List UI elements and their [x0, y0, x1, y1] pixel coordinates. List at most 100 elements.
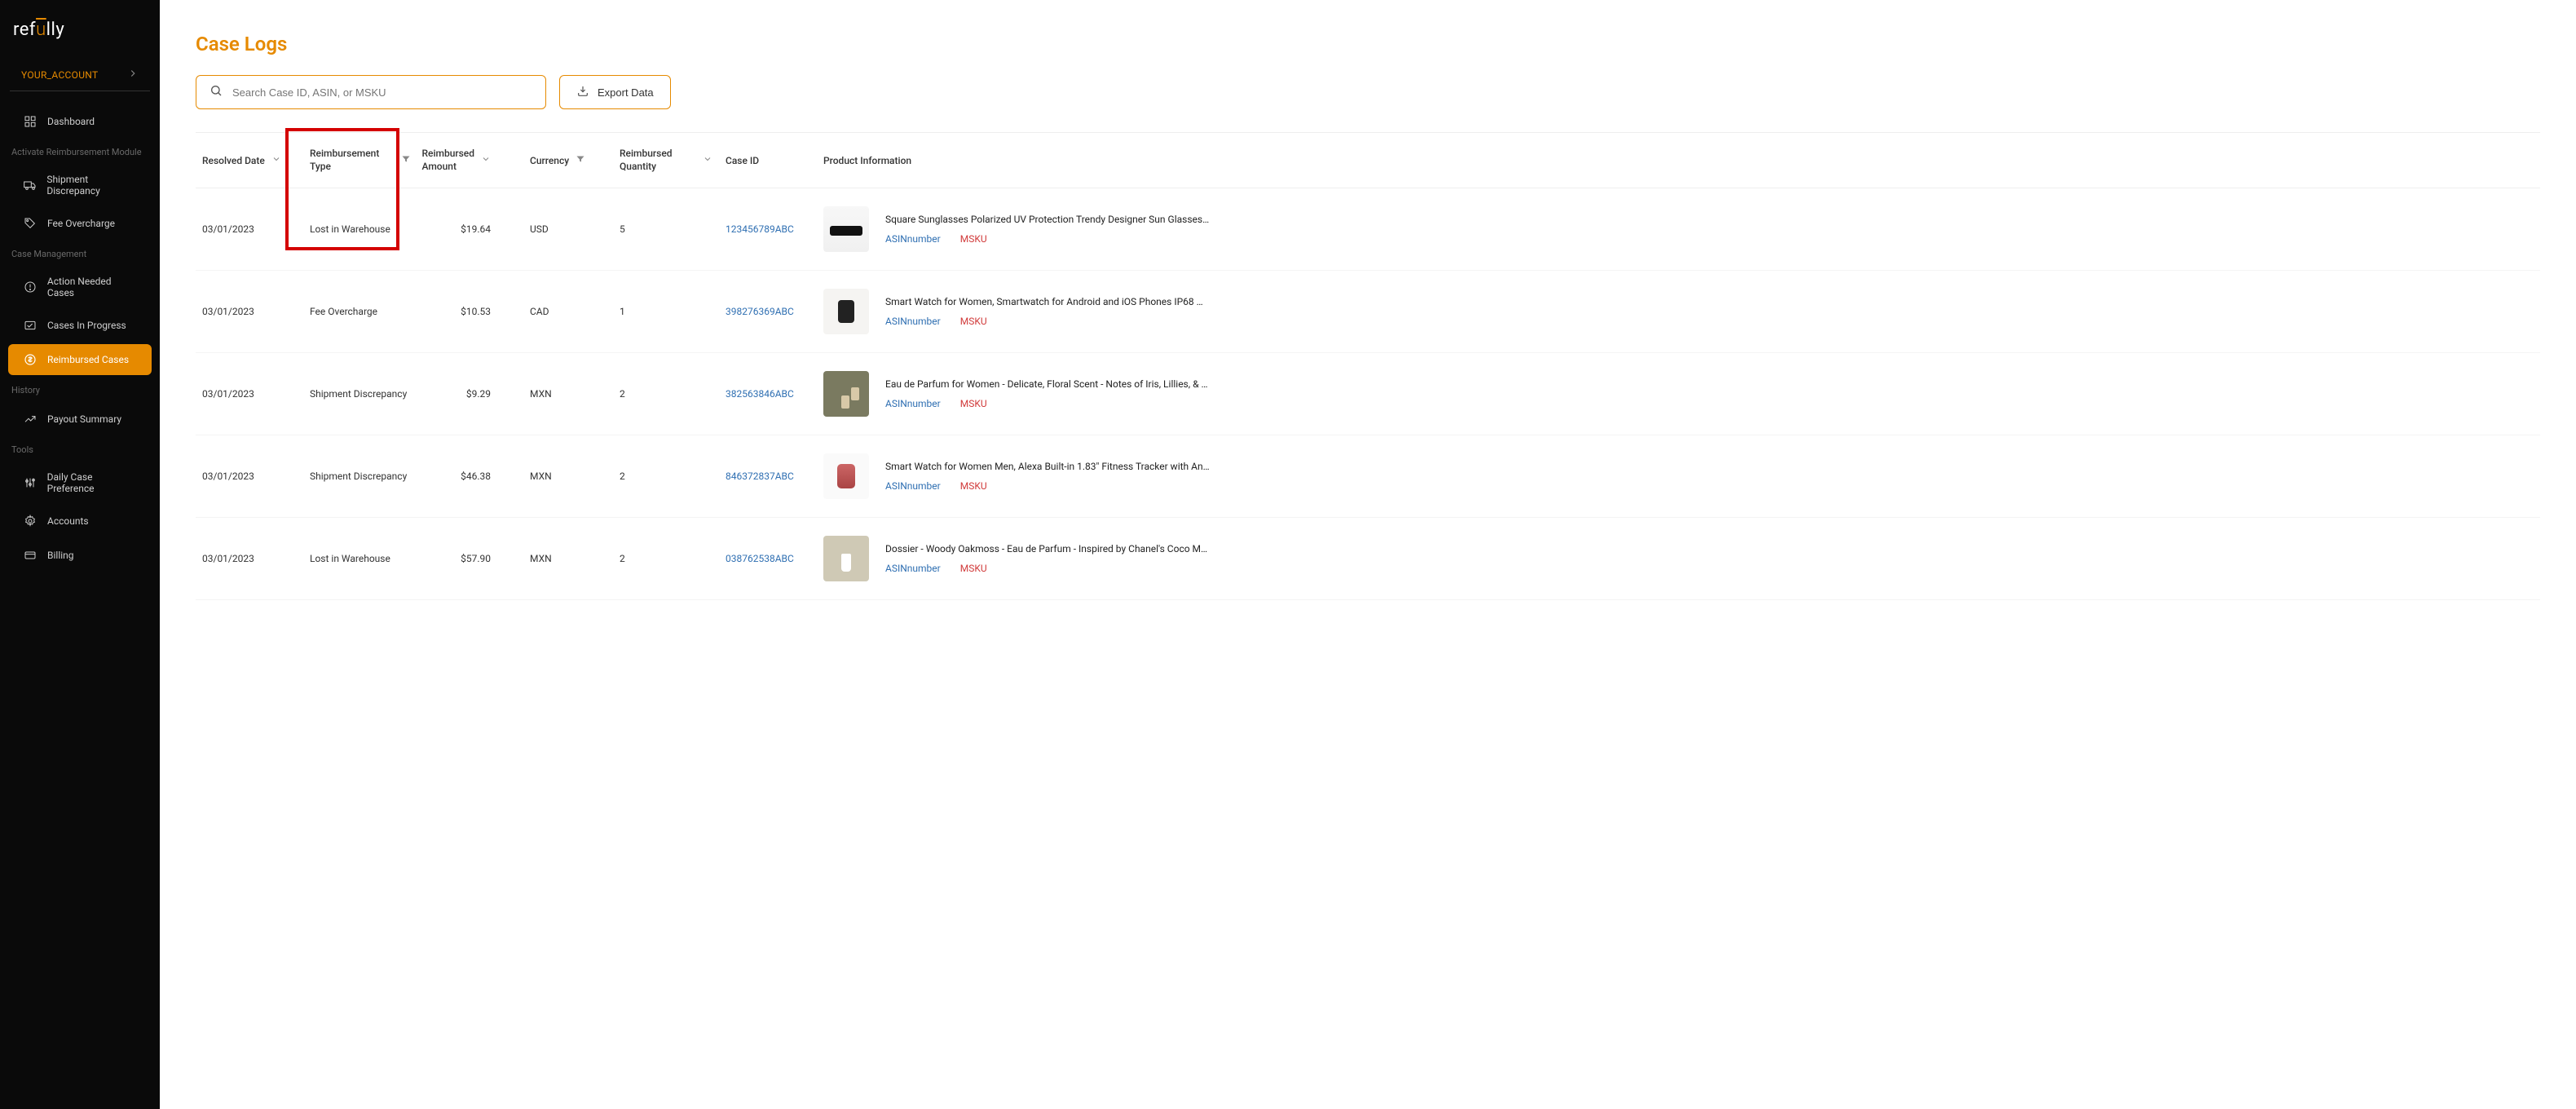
cell-product: Square Sunglasses Polarized UV Protectio… — [817, 206, 2540, 252]
cell-date: 03/01/2023 — [196, 553, 303, 564]
chevron-down-icon[interactable] — [481, 154, 491, 166]
progress-icon — [23, 318, 37, 333]
sidebar-item-reimbursed-cases[interactable]: Reimbursed Cases — [8, 344, 152, 375]
asin-link[interactable]: ASINnumber — [885, 480, 941, 492]
truck-icon — [23, 178, 37, 192]
col-label: Product Information — [823, 155, 911, 166]
msku-link[interactable]: MSKU — [960, 398, 987, 409]
cell-currency: MXN — [523, 553, 613, 564]
alert-icon — [23, 280, 37, 294]
sidebar-item-daily-case-pref[interactable]: Daily Case Preference — [8, 463, 152, 502]
tag-icon — [23, 216, 37, 231]
cell-case-id: 123456789ABC — [719, 223, 817, 235]
cell-case-id: 038762538ABC — [719, 553, 817, 564]
asin-link[interactable]: ASINnumber — [885, 233, 941, 245]
search-wrap[interactable] — [196, 75, 546, 109]
msku-link[interactable]: MSKU — [960, 480, 987, 492]
sidebar-item-label: Reimbursed Cases — [47, 354, 129, 365]
cell-amount: $46.38 — [417, 471, 523, 482]
product-title: Dossier - Woody Oakmoss - Eau de Parfum … — [885, 543, 1211, 554]
export-label: Export Data — [598, 86, 654, 99]
case-link[interactable]: 382563846ABC — [726, 388, 794, 400]
sidebar-item-label: Cases In Progress — [47, 320, 126, 331]
col-label: Reimbursed Amount — [421, 148, 474, 173]
cell-type: Lost in Warehouse — [303, 553, 417, 564]
cell-amount: $9.29 — [417, 388, 523, 400]
product-thumb — [823, 206, 869, 252]
section-history: History — [0, 377, 160, 402]
account-selector[interactable]: YOUR_ACCOUNT — [10, 60, 150, 91]
cell-currency: MXN — [523, 471, 613, 482]
export-button[interactable]: Export Data — [559, 75, 671, 109]
sliders-icon — [23, 475, 37, 490]
gear-icon — [23, 514, 37, 528]
main-content: Case Logs Export Data Resolved Date — [160, 0, 2576, 1109]
cell-case-id: 398276369ABC — [719, 306, 817, 317]
sidebar-item-fee-overcharge[interactable]: Fee Overcharge — [8, 208, 152, 239]
case-link[interactable]: 123456789ABC — [726, 223, 794, 235]
sidebar-item-label: Billing — [47, 550, 74, 561]
msku-link[interactable]: MSKU — [960, 316, 987, 327]
case-link[interactable]: 846372837ABC — [726, 471, 794, 482]
chevron-down-icon[interactable] — [703, 154, 712, 166]
cell-qty: 2 — [613, 553, 719, 564]
filter-icon[interactable] — [576, 154, 585, 166]
search-input[interactable] — [232, 86, 532, 99]
col-label: Case ID — [726, 155, 759, 166]
filter-icon[interactable] — [401, 154, 411, 166]
export-icon — [576, 85, 589, 100]
col-reimbursed-amount[interactable]: Reimbursed Amount — [417, 148, 523, 173]
table-row: 03/01/2023 Lost in Warehouse $19.64 USD … — [196, 188, 2540, 271]
logo-part3: lly — [46, 20, 65, 40]
cell-case-id: 846372837ABC — [719, 471, 817, 482]
section-case: Case Management — [0, 241, 160, 266]
asin-link[interactable]: ASINnumber — [885, 563, 941, 574]
asin-link[interactable]: ASINnumber — [885, 398, 941, 409]
cell-qty: 2 — [613, 388, 719, 400]
col-currency[interactable]: Currency — [523, 154, 613, 166]
dashboard-icon — [23, 114, 37, 129]
sidebar-item-cases-in-progress[interactable]: Cases In Progress — [8, 310, 152, 341]
toolbar: Export Data — [196, 75, 2540, 109]
cell-product: Eau de Parfum for Women - Delicate, Flor… — [817, 371, 2540, 417]
product-title: Smart Watch for Women, Smartwatch for An… — [885, 296, 1211, 307]
product-thumb — [823, 453, 869, 499]
table-row: 03/01/2023 Shipment Discrepancy $9.29 MX… — [196, 353, 2540, 435]
sidebar-item-payout-summary[interactable]: Payout Summary — [8, 404, 152, 435]
col-label: Resolved Date — [202, 155, 265, 166]
asin-link[interactable]: ASINnumber — [885, 316, 941, 327]
page-title: Case Logs — [196, 33, 2540, 55]
col-reimbursement-type[interactable]: Reimbursement Type — [303, 148, 417, 173]
product-thumb — [823, 371, 869, 417]
col-reimbursed-qty[interactable]: Reimbursed Quantity — [613, 148, 719, 173]
dollar-icon — [23, 352, 37, 367]
logo-part1: ref — [13, 20, 36, 40]
sidebar-item-billing[interactable]: Billing — [8, 540, 152, 571]
case-link[interactable]: 038762538ABC — [726, 553, 794, 564]
table-row: 03/01/2023 Fee Overcharge $10.53 CAD 1 3… — [196, 271, 2540, 353]
col-resolved-date[interactable]: Resolved Date — [196, 154, 303, 166]
cell-date: 03/01/2023 — [196, 471, 303, 482]
sidebar-item-dashboard[interactable]: Dashboard — [8, 106, 152, 137]
chart-icon — [23, 412, 37, 426]
msku-link[interactable]: MSKU — [960, 233, 987, 245]
sidebar-item-action-needed[interactable]: Action Needed Cases — [8, 267, 152, 307]
sidebar-item-accounts[interactable]: Accounts — [8, 506, 152, 537]
case-link[interactable]: 398276369ABC — [726, 306, 794, 317]
sidebar-item-label: Payout Summary — [47, 413, 121, 425]
logo-part2: u — [36, 20, 46, 40]
table-body: 03/01/2023 Lost in Warehouse $19.64 USD … — [196, 188, 2540, 600]
table: Resolved Date Reimbursement Type Reimbur… — [196, 132, 2540, 600]
chevron-down-icon[interactable] — [271, 154, 281, 166]
product-thumb — [823, 536, 869, 581]
msku-link[interactable]: MSKU — [960, 563, 987, 574]
col-label: Currency — [530, 155, 569, 166]
chevron-right-icon — [127, 68, 139, 82]
cell-date: 03/01/2023 — [196, 223, 303, 235]
card-icon — [23, 548, 37, 563]
sidebar-item-shipment-discrepancy[interactable]: Shipment Discrepancy — [8, 166, 152, 205]
col-label: Reimbursed Quantity — [620, 148, 696, 173]
cell-qty: 1 — [613, 306, 719, 317]
cell-date: 03/01/2023 — [196, 388, 303, 400]
product-title: Smart Watch for Women Men, Alexa Built-i… — [885, 461, 1211, 472]
